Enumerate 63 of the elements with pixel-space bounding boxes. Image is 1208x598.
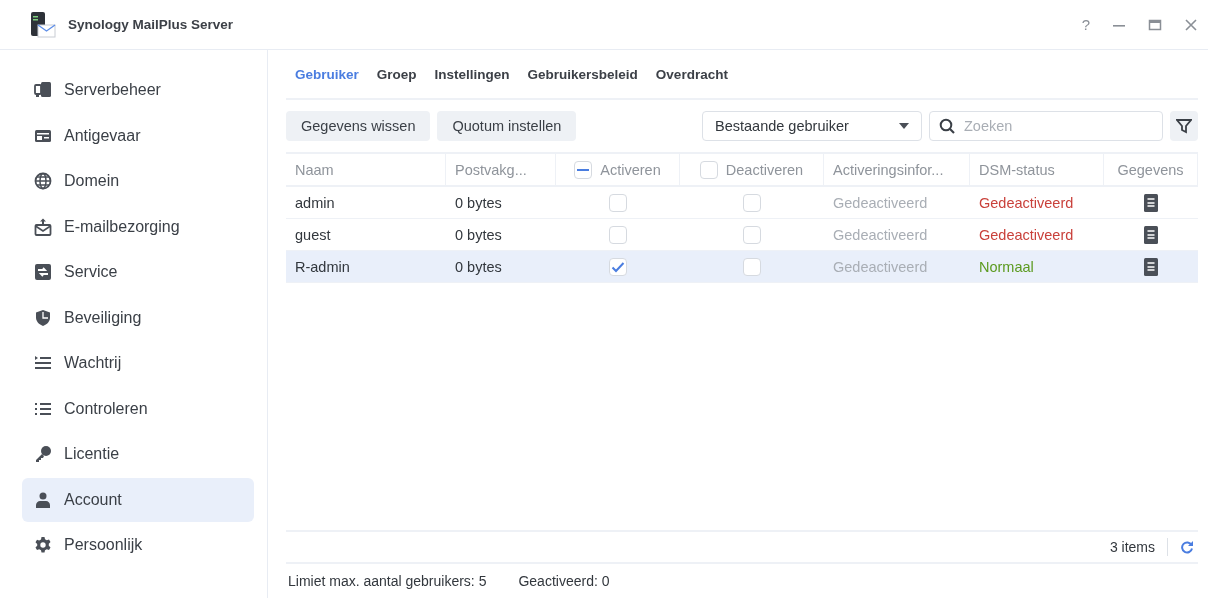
- key-icon: [34, 445, 52, 464]
- globe-icon: [34, 172, 52, 191]
- filter-icon: [1176, 118, 1192, 134]
- maximize-icon[interactable]: [1148, 17, 1162, 32]
- column-label: Deactiveren: [725, 161, 804, 178]
- sidebar-item[interactable]: Domein: [22, 159, 254, 204]
- sidebar-item[interactable]: Account: [22, 477, 254, 522]
- tab[interactable]: Gebruiker: [286, 66, 368, 82]
- document-icon[interactable]: [1144, 257, 1158, 276]
- filter-button[interactable]: [1170, 111, 1198, 141]
- table-cell: Gedeactiveerd: [824, 187, 970, 219]
- minus-icon: [577, 167, 590, 172]
- table-cell: 0 bytes: [446, 251, 556, 283]
- checkbox[interactable]: [609, 225, 627, 244]
- caret-icon: [899, 123, 909, 129]
- tab[interactable]: Gebruikersbeleid: [518, 66, 647, 82]
- close-icon[interactable]: [1184, 17, 1198, 32]
- server-icon: [34, 81, 52, 100]
- search-icon: [939, 118, 955, 134]
- checkbox[interactable]: [574, 160, 593, 179]
- sidebar-item[interactable]: Controleren: [22, 386, 254, 431]
- document-icon[interactable]: [1144, 225, 1158, 244]
- toolbar-button[interactable]: Gegevens wissen: [286, 111, 431, 141]
- sidebar-item[interactable]: E-mailbezorging: [22, 204, 254, 249]
- sidebar-item[interactable]: Antigevaar: [22, 113, 254, 158]
- checkbox[interactable]: [609, 257, 627, 276]
- sidebar-item[interactable]: Service: [22, 250, 254, 295]
- refresh-icon[interactable]: [1180, 540, 1194, 554]
- gear-icon: [34, 536, 52, 555]
- sidebar-item[interactable]: Wachtrij: [22, 341, 254, 386]
- mailout-icon: [34, 217, 52, 236]
- user-icon: [34, 490, 52, 509]
- status-text: Geactiveerd: 0: [518, 573, 610, 589]
- tab[interactable]: Instellingen: [425, 66, 519, 82]
- user-filter-dropdown[interactable]: Bestaande gebruiker: [702, 111, 922, 141]
- search-field[interactable]: Zoeken: [929, 111, 1163, 141]
- table-cell: R-admin: [286, 251, 446, 283]
- table-cell: 0 bytes: [446, 187, 556, 219]
- app-logo-icon: [30, 11, 56, 38]
- window-title: Synology MailPlus Server: [68, 17, 234, 32]
- sidebar-item[interactable]: Beveiliging: [22, 295, 254, 340]
- table-cell: Gedeactiveerd: [970, 187, 1104, 219]
- table-cell: Gedeactiveerd: [824, 251, 970, 283]
- checkbox[interactable]: [699, 160, 718, 179]
- document-icon[interactable]: [1144, 193, 1158, 212]
- sidebar-item[interactable]: Persoonlijk: [22, 523, 254, 568]
- checkbox[interactable]: [609, 193, 627, 212]
- table-cell: Normaal: [970, 251, 1104, 283]
- check-icon: [611, 260, 625, 273]
- tab[interactable]: Overdracht: [646, 66, 737, 82]
- tab[interactable]: Groep: [367, 66, 426, 82]
- item-count: 3 items: [1109, 539, 1155, 555]
- sidebar-item[interactable]: Licentie: [22, 432, 254, 477]
- shield-icon: [34, 308, 52, 327]
- status-text: Limiet max. aantal gebruikers: 5: [288, 573, 487, 589]
- checkbox[interactable]: [743, 257, 761, 276]
- column-label: Activeren: [600, 161, 661, 178]
- sidebar-item[interactable]: Serverbeheer: [22, 68, 254, 113]
- checkbox[interactable]: [743, 225, 761, 244]
- table-cell: admin: [286, 187, 446, 219]
- toolbar-button[interactable]: Quotum instellen: [437, 111, 577, 141]
- checkbox[interactable]: [743, 193, 761, 212]
- service-icon: [34, 263, 52, 282]
